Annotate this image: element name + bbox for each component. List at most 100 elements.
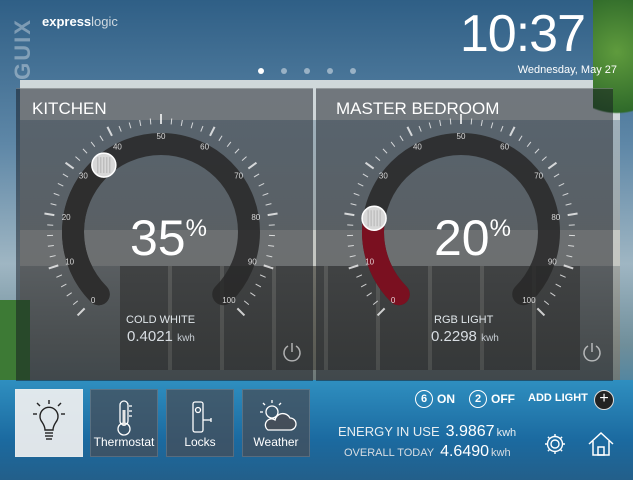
tile-label: Weather: [253, 435, 299, 449]
dial-tick: [347, 245, 354, 247]
dial-tick: [509, 126, 516, 137]
dial-tick-label: 60: [200, 142, 209, 151]
dial-knob[interactable]: [91, 152, 117, 178]
dial-tick: [418, 125, 422, 132]
dial-tick: [490, 122, 494, 129]
dial-tick: [449, 118, 452, 125]
energy-in-use: ENERGY IN USE 3.9867 kwh: [338, 423, 517, 440]
dial-tick: [366, 292, 372, 297]
tile-weather[interactable]: Weather: [242, 389, 310, 457]
dial-tick: [48, 264, 59, 270]
dial-tick: [558, 183, 565, 187]
dial-tick: [406, 126, 413, 137]
dial-tick: [190, 122, 194, 129]
dial-tick: [364, 161, 375, 170]
dial-tick: [170, 118, 173, 125]
page-dot[interactable]: [281, 68, 287, 74]
on-label: ON: [437, 392, 455, 406]
power-icon[interactable]: [581, 341, 603, 363]
dial-tick: [262, 192, 269, 196]
dial-tick: [247, 161, 258, 170]
dial-tick: [470, 118, 473, 125]
tile-locks[interactable]: Locks: [166, 389, 234, 457]
dial-tick: [543, 300, 550, 306]
dial-tick: [258, 183, 265, 187]
off-label: OFF: [491, 392, 515, 406]
dial-knob[interactable]: [361, 205, 387, 231]
light-status: 6 ON 2 OFF: [415, 390, 515, 408]
dial-tick: [266, 255, 273, 258]
page-dot[interactable]: [258, 68, 264, 74]
dial-value-arc: [62, 154, 115, 306]
dial-tick-label: 20: [62, 213, 71, 222]
energy-overall-today: OVERALL TODAY 4.6490 kwh: [344, 443, 511, 460]
gear-icon[interactable]: [543, 432, 567, 456]
dial-tick-label: 100: [222, 296, 236, 305]
page-dot[interactable]: [350, 68, 356, 74]
room-panel-kitchen[interactable]: KITCHEN 0 10 20 30 40 50 60 70 80 90 100 35% COLD …: [16, 88, 313, 381]
dial-tick: [47, 245, 54, 247]
page-indicator: [258, 68, 356, 74]
dial-tick: [565, 203, 572, 206]
dial-tick-label: 10: [65, 258, 74, 267]
page-dot[interactable]: [304, 68, 310, 74]
room-panel-master-bedroom[interactable]: MASTER BEDROOM 0102030405060708090100 20…: [316, 88, 613, 381]
dial-tick: [241, 156, 247, 161]
dial-tick: [480, 119, 483, 127]
dial-tick: [106, 126, 113, 137]
dial-tick: [268, 245, 275, 247]
dial-tick: [226, 141, 232, 147]
dial-tick: [128, 122, 132, 129]
brightness-percent: 35%: [130, 210, 207, 266]
dial-tick: [344, 212, 355, 217]
dial-tick: [350, 203, 357, 206]
dial-tick: [250, 292, 256, 297]
dial-tick: [253, 173, 260, 178]
expresslogic-logo: expresslogic: [42, 14, 118, 29]
off-count: 2: [469, 390, 487, 408]
dial-tick: [547, 161, 558, 170]
power-icon[interactable]: [281, 341, 303, 363]
dial-tick: [439, 119, 442, 127]
dial-tick: [72, 300, 79, 306]
dial-tick: [90, 141, 96, 147]
dial-tick: [555, 283, 562, 288]
dial-tick: [255, 283, 262, 288]
dial-tick: [550, 292, 556, 297]
on-count: 6: [415, 390, 433, 408]
dial-tick: [234, 148, 240, 154]
dial-tick: [75, 156, 81, 161]
dial-tick-label: 60: [500, 142, 509, 151]
dial-tick: [534, 148, 540, 154]
clock-date: Wednesday, May 27: [517, 64, 617, 76]
dial-tick-label: 50: [457, 132, 466, 141]
tile-thermostat[interactable]: Thermostat: [90, 389, 158, 457]
brightness-percent: 20%: [434, 210, 511, 266]
page-dot[interactable]: [327, 68, 333, 74]
tile-lights[interactable]: [15, 389, 83, 457]
dial-tick: [236, 307, 246, 317]
dial-tick: [526, 141, 532, 147]
dial-tick: [567, 212, 578, 217]
thermometer-icon: [117, 400, 132, 436]
energy-reading: 0.4021 kwh: [127, 328, 195, 345]
add-light-label[interactable]: ADD LIGHT: [528, 392, 588, 404]
dial-tick: [243, 300, 250, 306]
light-type-label: COLD WHITE: [126, 314, 196, 326]
dial-tick-label: 30: [379, 172, 388, 181]
dial-tick: [82, 148, 88, 154]
dial-tick: [99, 135, 104, 142]
dial-tick: [360, 283, 367, 288]
home-icon[interactable]: [586, 430, 616, 458]
dial-tick: [53, 192, 60, 196]
dial-tick: [180, 119, 183, 127]
dial-tick: [500, 125, 504, 132]
dial-tick: [64, 161, 75, 170]
dial-tick: [356, 274, 363, 278]
dial-tick: [562, 192, 569, 196]
add-light-button[interactable]: +: [594, 390, 614, 410]
dial-tick: [390, 141, 396, 147]
dial-tick-label: 0: [91, 296, 96, 305]
dial-tick: [362, 173, 369, 178]
dial-tick: [382, 148, 388, 154]
